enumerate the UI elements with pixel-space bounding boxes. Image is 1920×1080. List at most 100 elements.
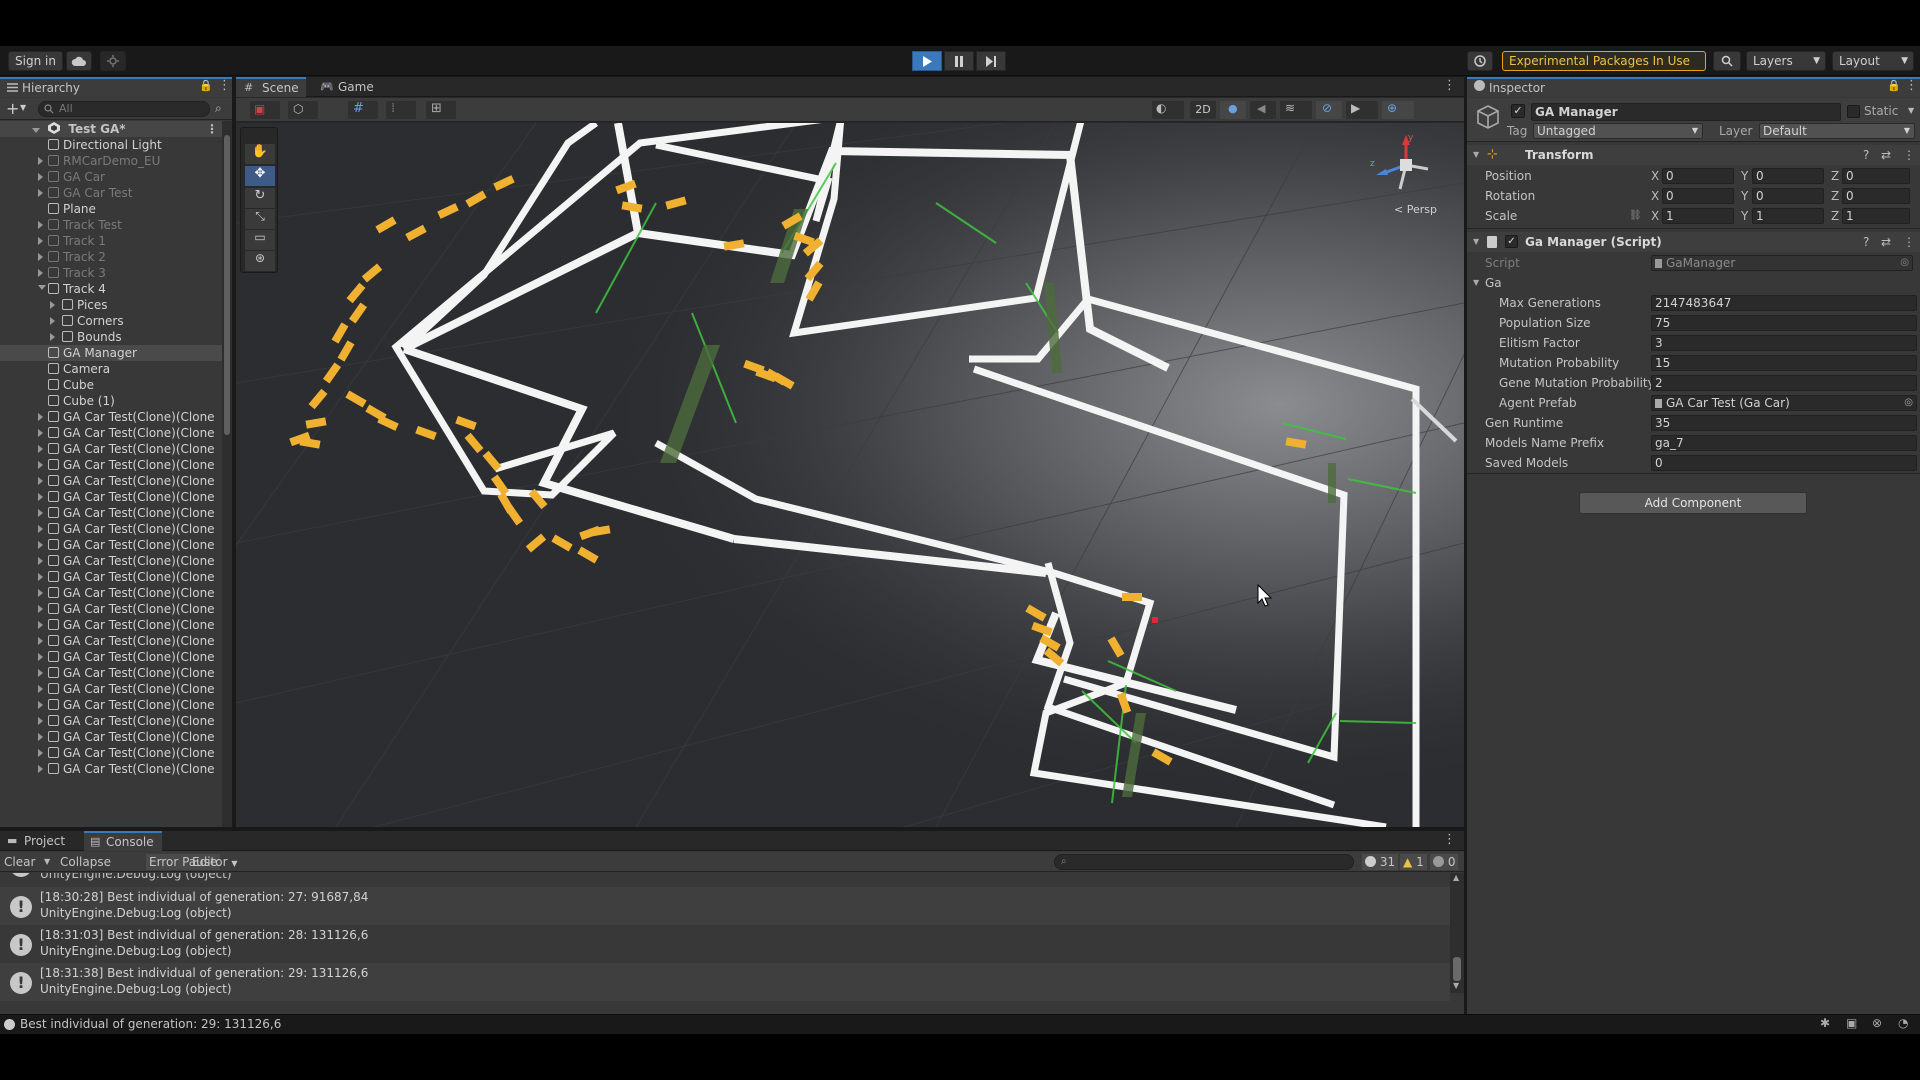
scene-viewport[interactable]: ✋ ✥ ↻ ⤡ ▭ ⊛ y z < Persp: [236, 123, 1464, 827]
expand-arrow-icon[interactable]: [38, 157, 43, 165]
rotate-tool-icon[interactable]: ↻: [245, 188, 275, 208]
scale-tool-icon[interactable]: ⤡: [245, 209, 275, 229]
grid-snap-toggle[interactable]: #: [348, 101, 378, 119]
ga-field-input[interactable]: 2147483647: [1651, 295, 1917, 311]
expand-arrow-icon[interactable]: [38, 541, 43, 549]
expand-arrow-icon[interactable]: [38, 221, 43, 229]
hierarchy-item[interactable]: GA Car Test(Clone)(Clone: [0, 745, 222, 761]
hierarchy-item[interactable]: GA Car Test: [0, 185, 222, 201]
expand-arrow-icon[interactable]: [38, 669, 43, 677]
expand-arrow-icon[interactable]: [38, 237, 43, 245]
collapse-arrow-icon[interactable]: ▼: [1473, 145, 1479, 165]
hierarchy-item[interactable]: GA Car Test(Clone)(Clone: [0, 601, 222, 617]
more-options-icon[interactable]: ⋮: [1443, 78, 1456, 93]
play-button[interactable]: [912, 51, 942, 71]
object-name-field[interactable]: GA Manager: [1531, 103, 1841, 121]
hierarchy-search-field[interactable]: All: [38, 101, 210, 117]
active-checkbox[interactable]: ✓: [1511, 104, 1525, 118]
collapse-arrow-icon[interactable]: ▼: [1473, 274, 1479, 292]
hierarchy-item[interactable]: GA Car Test(Clone)(Clone: [0, 457, 222, 473]
component-enabled-checkbox[interactable]: ✓: [1505, 235, 1518, 248]
collapse-arrow-icon[interactable]: ▼: [1473, 232, 1479, 252]
expand-arrow-icon[interactable]: [38, 477, 43, 485]
object-picker-icon[interactable]: ◎: [1904, 396, 1913, 410]
static-checkbox[interactable]: [1847, 105, 1860, 118]
object-picker-icon[interactable]: ◎: [1900, 256, 1909, 270]
log-count-toggle[interactable]: 31: [1362, 854, 1399, 870]
help-icon[interactable]: ?: [1863, 232, 1869, 252]
hierarchy-item[interactable]: GA Car: [0, 169, 222, 185]
effects-dropdown[interactable]: ≋: [1280, 101, 1312, 119]
expand-arrow-icon[interactable]: [50, 333, 55, 341]
more-options-icon[interactable]: ⋮: [1903, 232, 1915, 252]
draw-mode-dropdown[interactable]: ▣: [250, 101, 280, 119]
tab-console[interactable]: ▤ Console: [84, 831, 162, 851]
hand-tool-icon[interactable]: ✋: [245, 144, 275, 164]
hierarchy-item[interactable]: Pices: [0, 297, 222, 313]
transform-position-label[interactable]: Position: [1485, 167, 1532, 185]
hierarchy-item[interactable]: GA Car Test(Clone)(Clone: [0, 617, 222, 633]
clear-button[interactable]: Clear: [4, 852, 35, 872]
hierarchy-item[interactable]: RMCarDemo_EU: [0, 153, 222, 169]
ga-field-input[interactable]: ga_7: [1651, 435, 1917, 451]
camera-settings-dropdown[interactable]: ▶: [1346, 101, 1378, 119]
audio-toggle[interactable]: ◀: [1250, 101, 1276, 119]
hierarchy-item[interactable]: Directional Light: [0, 137, 222, 153]
hierarchy-item[interactable]: Track 2: [0, 249, 222, 265]
hierarchy-item[interactable]: Plane: [0, 201, 222, 217]
transform-rotation-field[interactable]: 0: [1662, 188, 1734, 204]
hierarchy-item[interactable]: Track 1: [0, 233, 222, 249]
constrain-proportions-icon[interactable]: ⛓: [1629, 207, 1642, 225]
layers-dropdown[interactable]: Layers ▼: [1746, 51, 1826, 71]
partial-log-entry[interactable]: UnityEngine.Debug:Log (object): [0, 873, 1450, 883]
search-icon[interactable]: [1713, 51, 1741, 71]
rect-tool-icon[interactable]: ▭: [245, 230, 275, 250]
expand-arrow-icon[interactable]: [38, 685, 43, 693]
dropdown-arrow-icon[interactable]: ▼: [20, 103, 26, 112]
transform-scale-label[interactable]: Scale: [1485, 207, 1517, 225]
tab-scene[interactable]: # Scene: [236, 77, 306, 97]
expand-arrow-icon[interactable]: [38, 701, 43, 709]
warning-count-toggle[interactable]: ▲ 1: [1400, 854, 1427, 870]
hierarchy-item[interactable]: GA Car Test(Clone)(Clone: [0, 569, 222, 585]
dropdown-arrow-icon[interactable]: ▼: [1908, 106, 1914, 115]
hierarchy-item[interactable]: GA Car Test(Clone)(Clone: [0, 489, 222, 505]
more-options-icon[interactable]: ⋮: [1903, 145, 1915, 165]
hierarchy-item[interactable]: GA Car Test(Clone)(Clone: [0, 649, 222, 665]
expand-arrow-icon[interactable]: [50, 301, 55, 309]
expand-arrow-icon[interactable]: [38, 557, 43, 565]
hierarchy-item[interactable]: GA Car Test(Clone)(Clone: [0, 425, 222, 441]
hierarchy-item[interactable]: GA Car Test(Clone)(Clone: [0, 521, 222, 537]
expand-arrow-icon[interactable]: [38, 413, 43, 421]
add-icon[interactable]: +: [6, 99, 19, 118]
expand-arrow-icon[interactable]: [38, 733, 43, 741]
snap-increment-dropdown[interactable]: ⁞: [386, 101, 416, 119]
hierarchy-item[interactable]: Track Test: [0, 217, 222, 233]
scroll-thumb[interactable]: [224, 135, 230, 435]
toggle-2d-button[interactable]: 2D: [1190, 101, 1216, 119]
hierarchy-item[interactable]: GA Manager: [0, 345, 222, 361]
hierarchy-item[interactable]: Camera: [0, 361, 222, 377]
settings-check-icon[interactable]: ◔: [1898, 1016, 1908, 1030]
ga-field-input[interactable]: 75: [1651, 315, 1917, 331]
expand-arrow-icon[interactable]: [38, 717, 43, 725]
hierarchy-item[interactable]: GA Car Test(Clone)(Clone: [0, 537, 222, 553]
hierarchy-item[interactable]: GA Car Test(Clone)(Clone: [0, 713, 222, 729]
expand-arrow-icon[interactable]: [38, 509, 43, 517]
layer-dropdown[interactable]: Default ▼: [1759, 123, 1915, 139]
expand-arrow-icon[interactable]: [38, 637, 43, 645]
expand-arrow-icon[interactable]: [38, 285, 46, 290]
more-options-icon[interactable]: ⋮: [1443, 832, 1456, 847]
expand-arrow-icon[interactable]: [38, 445, 43, 453]
scene-root-row[interactable]: Test GA* ⋮: [0, 121, 222, 137]
add-component-button[interactable]: Add Component: [1579, 492, 1807, 514]
ga-field-input[interactable]: 0: [1651, 455, 1917, 471]
transform-rotation-field[interactable]: 0: [1752, 188, 1824, 204]
perspective-label[interactable]: < Persp: [1394, 203, 1437, 216]
lock-icon[interactable]: 🔒: [1887, 79, 1901, 92]
transform-header[interactable]: ▼ ⊹ Transform ? ⇄ ⋮: [1467, 145, 1920, 165]
step-button[interactable]: [976, 51, 1006, 71]
hierarchy-scrollbar[interactable]: [222, 121, 232, 827]
tab-hierarchy[interactable]: Hierarchy: [0, 77, 232, 97]
transform-position-field[interactable]: 0: [1662, 168, 1734, 184]
